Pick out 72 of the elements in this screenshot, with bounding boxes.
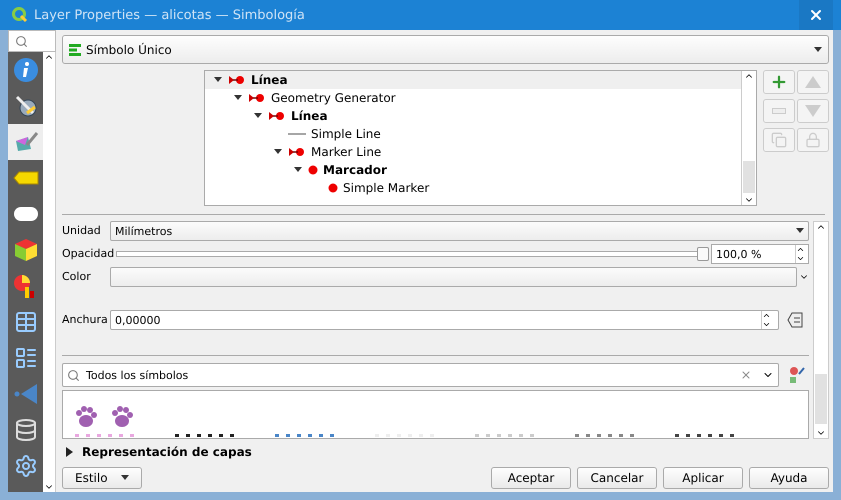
collapse-arrow-icon: [66, 447, 74, 457]
scrollbar-thumb[interactable]: [743, 161, 755, 193]
down-triangle-icon: [805, 105, 821, 117]
copy-icon: [771, 132, 787, 148]
dialog-button[interactable]: Aceptar: [491, 467, 571, 489]
dialog-button[interactable]: Cancelar: [577, 467, 657, 489]
spin-up-icon[interactable]: [796, 245, 805, 254]
width-spinbox[interactable]: 0,00000: [110, 310, 779, 330]
tree-item[interactable]: Geometry Generator: [205, 89, 741, 107]
close-icon: [808, 7, 824, 23]
style-manager-icon[interactable]: [789, 366, 807, 384]
clear-icon[interactable]: [740, 369, 752, 381]
tree-item[interactable]: Simple Line: [205, 125, 741, 143]
style-dropdown-button[interactable]: Estilo: [62, 467, 142, 489]
scrollbar-thumb[interactable]: [815, 374, 827, 424]
spin-down-icon[interactable]: [796, 254, 805, 263]
form-layout-icon: [14, 346, 38, 370]
tree-item[interactable]: Marcador: [205, 161, 741, 179]
search-field[interactable]: [8, 30, 56, 52]
field-label: Anchura: [62, 313, 108, 327]
dialog-button[interactable]: Aplicar: [663, 467, 743, 489]
symbol-search-field[interactable]: Todos los símbolos: [62, 363, 779, 387]
line-marker-icon: [248, 93, 266, 103]
paw-icons: [75, 406, 135, 428]
color-button[interactable]: [110, 267, 797, 287]
dropdown-arrow-icon: [814, 46, 822, 52]
cube-icon: [12, 237, 39, 263]
table-icon: [14, 310, 38, 334]
info-icon: [12, 57, 39, 83]
field-label: Unidad: [62, 224, 102, 238]
line-marker-icon: [228, 75, 246, 85]
expand-arrow-icon: [274, 149, 282, 155]
layer-rendering-expander[interactable]: Representación de capas: [62, 445, 829, 459]
gear-icon: [14, 454, 38, 478]
spin-up-icon[interactable]: [762, 311, 771, 320]
line-marker-icon: [268, 111, 286, 121]
add-layer-button[interactable]: [763, 70, 795, 94]
field-label: Color: [62, 270, 92, 284]
renderer-dropdown[interactable]: Símbolo Único: [62, 35, 829, 64]
field-label: Opacidad: [62, 247, 114, 261]
tree-item[interactable]: Línea: [205, 71, 741, 89]
search-icon: [67, 368, 80, 382]
window-title: Layer Properties — alicotas — Simbología: [34, 8, 306, 22]
tree-item[interactable]: Línea: [205, 107, 741, 125]
minus-icon: [772, 108, 786, 114]
dropdown-arrow-icon: [121, 475, 129, 481]
expand-arrow-icon: [214, 77, 222, 83]
expand-arrow-icon: [294, 167, 302, 173]
slider-handle[interactable]: [697, 247, 709, 261]
search-icon: [15, 34, 28, 48]
dropdown-arrow-icon: [796, 228, 804, 234]
plus-icon: [770, 73, 788, 91]
stacked-bars-icon: [69, 44, 81, 56]
dialog-button[interactable]: Ayuda: [749, 467, 829, 489]
tree-item[interactable]: Marker Line: [205, 143, 741, 161]
expand-arrow-icon: [254, 113, 262, 119]
app-logo-icon: [12, 7, 28, 23]
dropdown-value: Símbolo Único: [86, 42, 173, 56]
unit-dropdown[interactable]: Milímetros: [110, 221, 809, 241]
dot-icon: [308, 165, 318, 175]
lock-icon: [805, 132, 821, 148]
spin-down-icon[interactable]: [762, 320, 771, 329]
triangle-join-icon: [12, 381, 39, 407]
line-marker-icon: [288, 147, 306, 157]
dot-icon: [328, 183, 338, 193]
expand-arrow-icon: [234, 95, 242, 101]
opacity-spinbox[interactable]: 100,0 %: [711, 244, 809, 264]
database-icon: [14, 418, 38, 442]
opacity-slider[interactable]: [116, 247, 709, 261]
up-triangle-icon: [805, 76, 821, 88]
close-button[interactable]: [799, 0, 833, 30]
tree-item[interactable]: Simple Marker: [205, 179, 741, 197]
